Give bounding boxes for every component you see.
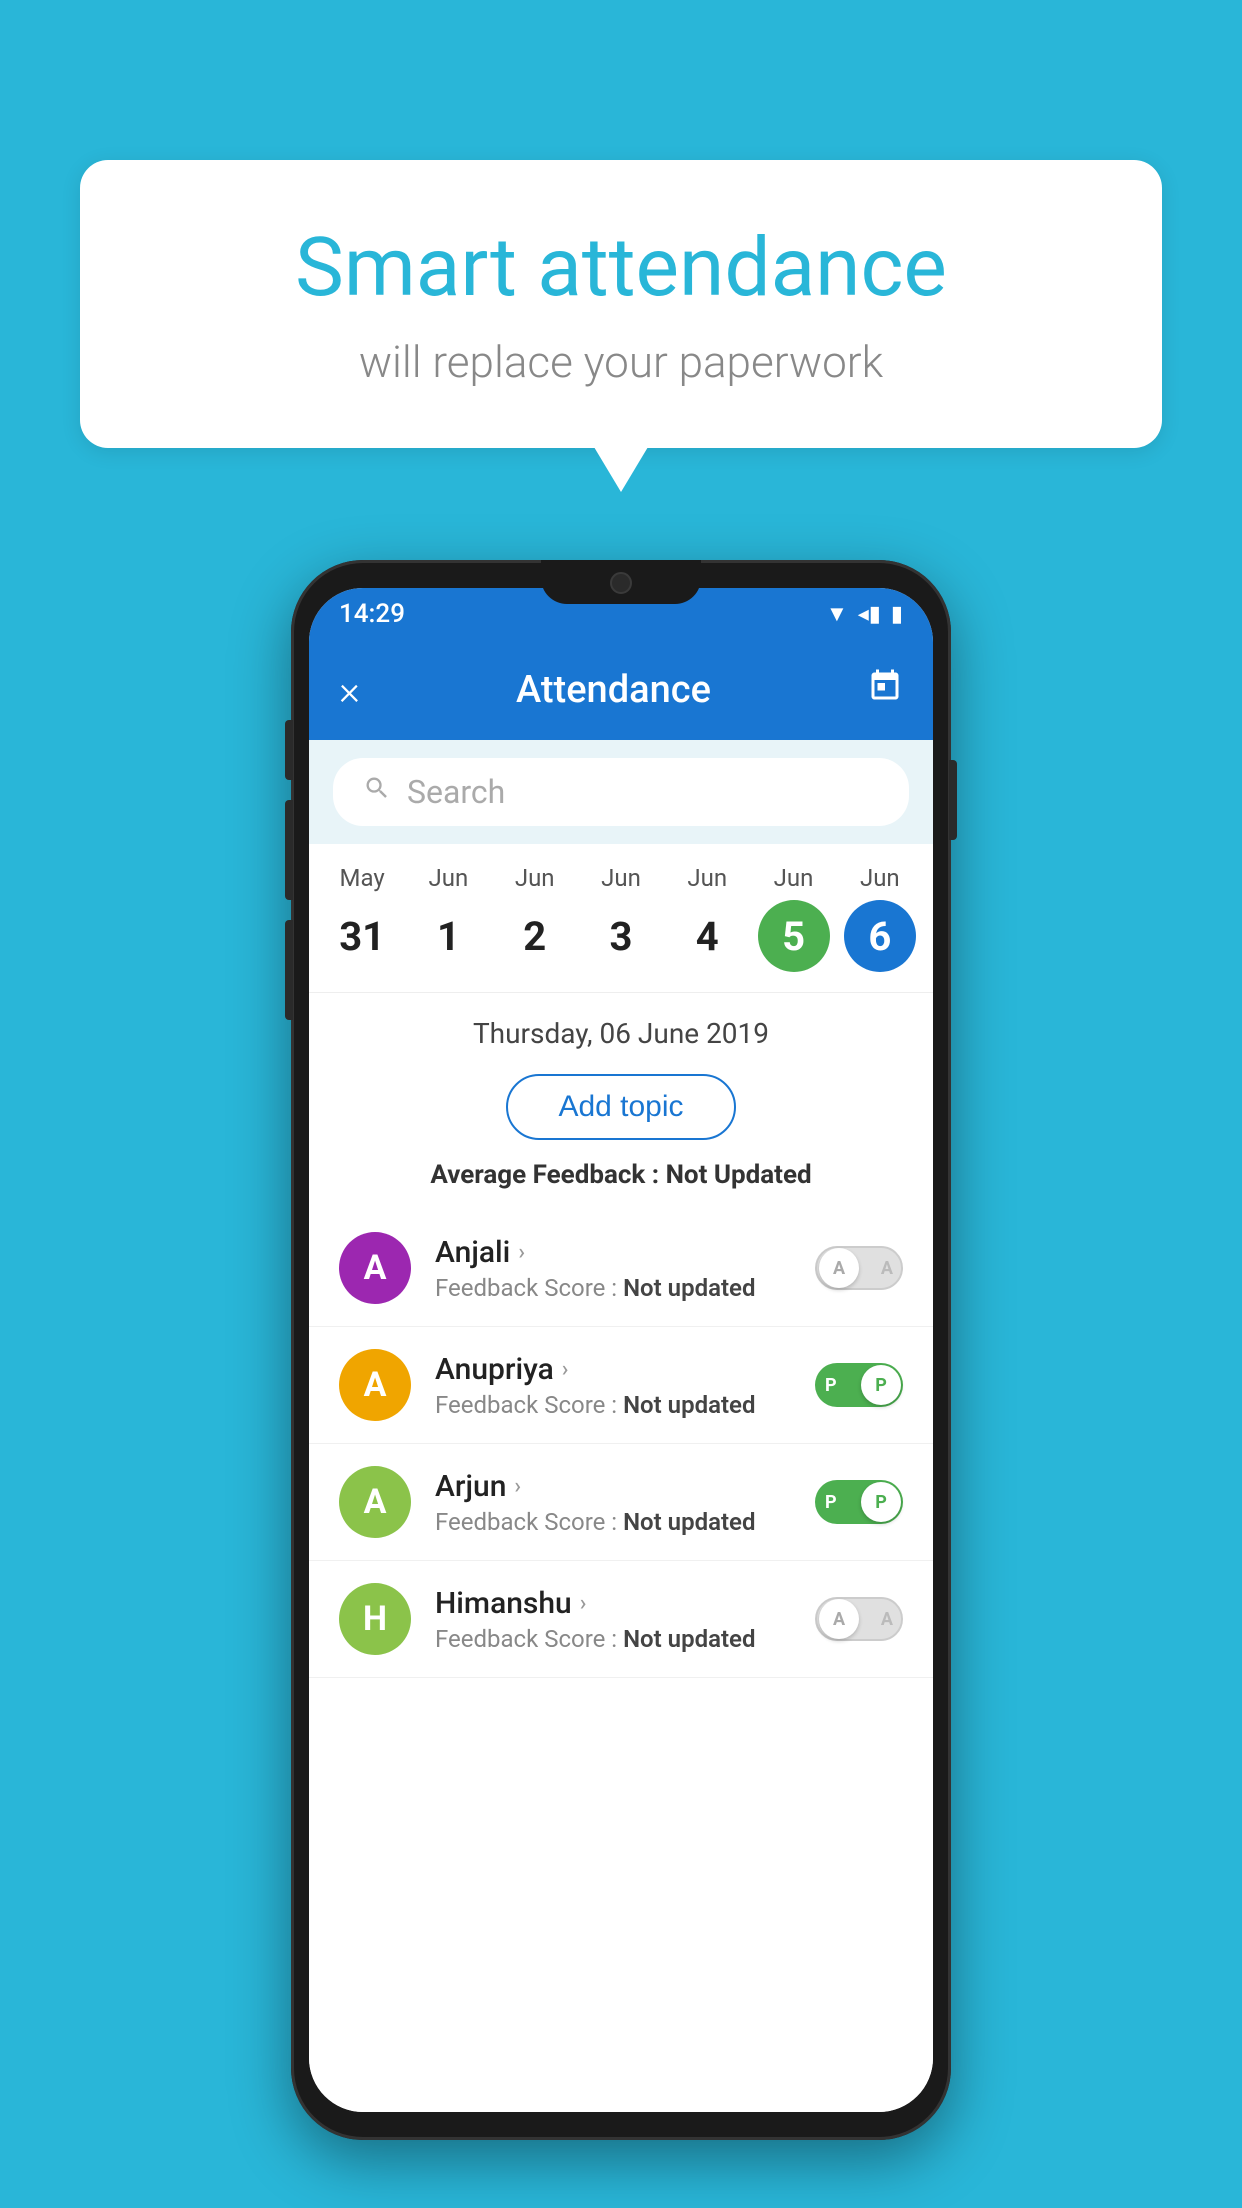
toggle-knob: A — [819, 1599, 859, 1639]
cal-date-label: 1 — [412, 900, 484, 972]
student-feedback: Feedback Score : Not updated — [435, 1274, 791, 1302]
selected-date-header: Thursday, 06 June 2019 — [309, 993, 933, 1060]
avg-feedback-label: Average Feedback : — [430, 1160, 665, 1190]
attendance-toggle[interactable]: PP — [815, 1363, 903, 1407]
calendar-day[interactable]: May 31 — [324, 864, 400, 972]
student-avatar: A — [339, 1349, 411, 1421]
cal-date-label: 6 — [844, 900, 916, 972]
student-feedback: Feedback Score : Not updated — [435, 1508, 791, 1536]
cal-month-label: Jun — [860, 864, 900, 892]
attendance-toggle[interactable]: AA — [815, 1246, 903, 1290]
search-bar[interactable]: Search — [333, 758, 909, 826]
speech-bubble-container: Smart attendance will replace your paper… — [80, 160, 1162, 448]
toggle-knob: A — [819, 1248, 859, 1288]
cal-month-label: Jun — [687, 864, 727, 892]
student-name: Himanshu › — [435, 1586, 791, 1621]
student-feedback: Feedback Score : Not updated — [435, 1391, 791, 1419]
close-button[interactable]: × — [339, 667, 360, 714]
student-info: Anjali › Feedback Score : Not updated — [435, 1235, 791, 1302]
screen-content: 14:29 ▼ ◂▮ ▮ × Attendance — [309, 588, 933, 2112]
battery-icon: ▮ — [891, 602, 903, 627]
signal-icon: ◂▮ — [858, 602, 881, 627]
calendar-icon[interactable] — [867, 668, 903, 713]
student-avatar: A — [339, 1232, 411, 1304]
attendance-toggle[interactable]: AA — [815, 1597, 903, 1641]
avg-feedback: Average Feedback : Not Updated — [309, 1160, 933, 1210]
calendar-day[interactable]: Jun 6 — [842, 864, 918, 972]
phone-vol-down-button — [285, 920, 293, 1020]
calendar-day[interactable]: Jun 5 — [756, 864, 832, 972]
cal-month-label: Jun — [515, 864, 555, 892]
toggle-label: P — [825, 1375, 837, 1396]
attendance-toggle-container: PP — [815, 1363, 903, 1407]
status-icons: ▼ ◂▮ ▮ — [826, 601, 903, 627]
calendar-day[interactable]: Jun 3 — [583, 864, 659, 972]
cal-date-label: 4 — [671, 900, 743, 972]
student-avatar: H — [339, 1583, 411, 1655]
phone-outer: 14:29 ▼ ◂▮ ▮ × Attendance — [291, 560, 951, 2140]
attendance-toggle[interactable]: PP — [815, 1480, 903, 1524]
phone-camera — [610, 572, 632, 594]
status-time: 14:29 — [339, 599, 405, 629]
attendance-toggle-container: AA — [815, 1597, 903, 1641]
bubble-subtitle: will replace your paperwork — [160, 336, 1082, 388]
cal-date-label: 2 — [499, 900, 571, 972]
wifi-icon: ▼ — [826, 601, 848, 627]
student-info: Anupriya › Feedback Score : Not updated — [435, 1352, 791, 1419]
add-topic-button[interactable]: Add topic — [506, 1074, 735, 1140]
student-avatar: A — [339, 1466, 411, 1538]
toggle-label: A — [881, 1609, 893, 1630]
toggle-label: A — [881, 1258, 893, 1279]
student-info: Himanshu › Feedback Score : Not updated — [435, 1586, 791, 1653]
student-feedback: Feedback Score : Not updated — [435, 1625, 791, 1653]
app-bar-title: Attendance — [516, 668, 711, 712]
calendar-day[interactable]: Jun 4 — [669, 864, 745, 972]
student-item[interactable]: A Anupriya › Feedback Score : Not updated P… — [309, 1327, 933, 1444]
student-item[interactable]: AAnjali ›Feedback Score : Not updatedAA — [309, 1210, 933, 1327]
toggle-label: P — [825, 1492, 837, 1513]
calendar-strip: May 31 Jun 1 Jun 2 Jun 3 Jun 4 Jun 5 Jun 6 — [309, 844, 933, 993]
phone-screen: 14:29 ▼ ◂▮ ▮ × Attendance — [309, 588, 933, 2112]
phone-vol-up-button — [285, 800, 293, 900]
speech-bubble: Smart attendance will replace your paper… — [80, 160, 1162, 448]
student-name: Anjali › — [435, 1235, 791, 1270]
cal-date-label: 3 — [585, 900, 657, 972]
cal-month-label: Jun — [601, 864, 641, 892]
cal-date-label: 31 — [326, 900, 398, 972]
toggle-knob: P — [861, 1482, 901, 1522]
toggle-knob: P — [861, 1365, 901, 1405]
phone-mockup: 14:29 ▼ ◂▮ ▮ × Attendance — [291, 560, 951, 2140]
calendar-day[interactable]: Jun 2 — [497, 864, 573, 972]
student-name: Anupriya › — [435, 1352, 791, 1387]
search-placeholder: Search — [407, 773, 505, 811]
calendar-day[interactable]: Jun 1 — [410, 864, 486, 972]
search-container: Search — [309, 740, 933, 844]
phone-power-button — [949, 760, 957, 840]
phone-mute-button — [285, 720, 293, 780]
cal-month-label: Jun — [429, 864, 469, 892]
avg-feedback-value: Not Updated — [666, 1160, 812, 1190]
attendance-toggle-container: AA — [815, 1246, 903, 1290]
cal-month-label: Jun — [774, 864, 814, 892]
cal-date-label: 5 — [758, 900, 830, 972]
app-bar: × Attendance — [309, 640, 933, 740]
phone-notch — [541, 560, 701, 604]
attendance-toggle-container: PP — [815, 1480, 903, 1524]
bubble-title: Smart attendance — [160, 220, 1082, 316]
student-list: AAnjali ›Feedback Score : Not updatedAAA… — [309, 1210, 933, 2112]
student-item[interactable]: AArjun ›Feedback Score : Not updatedPP — [309, 1444, 933, 1561]
student-item[interactable]: H Himanshu › Feedback Score : Not updated A… — [309, 1561, 933, 1678]
cal-month-label: May — [340, 864, 385, 892]
student-info: Arjun › Feedback Score : Not updated — [435, 1469, 791, 1536]
student-name: Arjun › — [435, 1469, 791, 1504]
search-icon — [363, 774, 391, 810]
add-topic-container: Add topic — [309, 1060, 933, 1160]
